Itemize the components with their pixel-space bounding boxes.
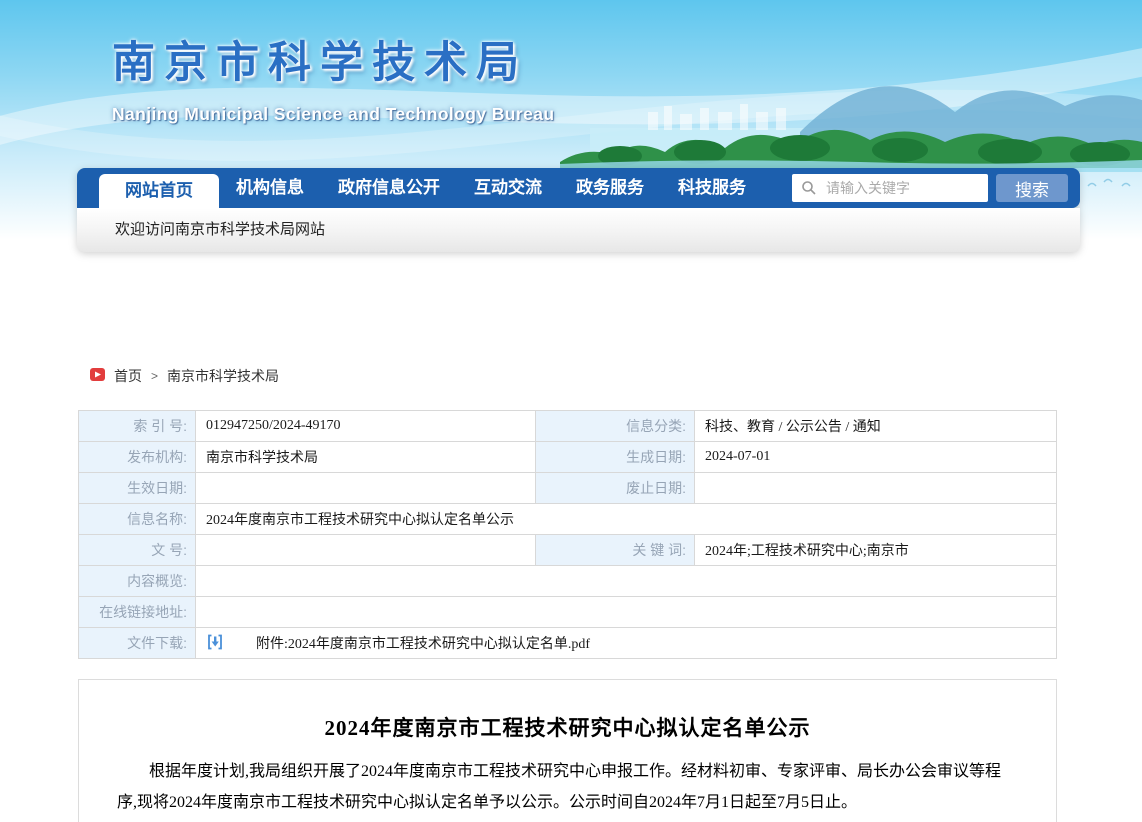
online-link-label: 在线链接地址:	[79, 597, 196, 628]
welcome-bar: 欢迎访问南京市科学技术局网站	[77, 208, 1080, 252]
site-logo: 南京市科学技术局 Nanjing Municipal Science and T…	[112, 28, 554, 125]
attachment-link[interactable]: 附件:2024年度南京市工程技术研究中心拟认定名单.pdf	[234, 633, 590, 653]
effective-date-label: 生效日期:	[79, 473, 196, 504]
created-date-label: 生成日期:	[536, 442, 695, 473]
keywords-label: 关 键 词:	[536, 535, 695, 566]
info-name-value: 2024年度南京市工程技术研究中心拟认定名单公示	[196, 504, 1057, 535]
table-row: 索 引 号: 012947250/2024-49170 信息分类: 科技、教育 …	[79, 411, 1057, 442]
article-paragraph: 根据年度计划,我局组织开展了2024年度南京市工程技术研究中心申报工作。经材料初…	[117, 756, 1018, 818]
article-title: 2024年度南京市工程技术研究中心拟认定名单公示	[117, 712, 1018, 742]
download-icon[interactable]	[206, 633, 224, 654]
breadcrumb-icon	[90, 368, 105, 384]
nav-item-gov-services[interactable]: 政务服务	[559, 168, 661, 208]
breadcrumb-home[interactable]: 首页	[114, 366, 142, 386]
table-row: 发布机构: 南京市科学技术局 生成日期: 2024-07-01	[79, 442, 1057, 473]
welcome-text: 欢迎访问南京市科学技术局网站	[115, 221, 325, 238]
doc-number-value	[196, 535, 536, 566]
document-info-table: 索 引 号: 012947250/2024-49170 信息分类: 科技、教育 …	[78, 410, 1057, 659]
breadcrumb-current[interactable]: 南京市科学技术局	[167, 366, 279, 386]
search-area: 搜索	[792, 174, 1080, 202]
created-date-value: 2024-07-01	[695, 442, 1057, 473]
nav-item-interaction[interactable]: 互动交流	[457, 168, 559, 208]
table-row: 文件下载: 附件:2024年度南京市工程技术研究中心拟认定名单.pdf	[79, 628, 1057, 659]
site-subtitle: Nanjing Municipal Science and Technology…	[112, 104, 554, 125]
online-link-value	[196, 597, 1057, 628]
info-name-label: 信息名称:	[79, 504, 196, 535]
summary-value	[196, 566, 1057, 597]
summary-label: 内容概览:	[79, 566, 196, 597]
breadcrumb: 首页 > 南京市科学技术局	[90, 366, 1142, 386]
search-icon	[801, 180, 817, 201]
search-input[interactable]	[792, 174, 988, 202]
keywords-value: 2024年;工程技术研究中心;南京市	[695, 535, 1057, 566]
category-value: 科技、教育 / 公示公告 / 通知	[695, 411, 1057, 442]
table-row: 内容概览:	[79, 566, 1057, 597]
nav-item-org-info[interactable]: 机构信息	[219, 168, 321, 208]
table-row: 在线链接地址:	[79, 597, 1057, 628]
header-block: 网站首页 机构信息 政府信息公开 互动交流 政务服务 科技服务 搜索 欢迎访问南…	[77, 168, 1080, 252]
site-title: 南京市科学技术局	[112, 28, 554, 90]
expiry-date-label: 废止日期:	[536, 473, 695, 504]
table-row: 文 号: 关 键 词: 2024年;工程技术研究中心;南京市	[79, 535, 1057, 566]
nav-item-gov-disclosure[interactable]: 政府信息公开	[321, 168, 457, 208]
nav-item-tech-services[interactable]: 科技服务	[661, 168, 763, 208]
effective-date-value	[196, 473, 536, 504]
file-download-label: 文件下载:	[79, 628, 196, 659]
expiry-date-value	[695, 473, 1057, 504]
category-label: 信息分类:	[536, 411, 695, 442]
article-panel: 2024年度南京市工程技术研究中心拟认定名单公示 根据年度计划,我局组织开展了2…	[78, 679, 1057, 822]
nav-item-home[interactable]: 网站首页	[99, 174, 219, 208]
doc-number-label: 文 号:	[79, 535, 196, 566]
publisher-value: 南京市科学技术局	[196, 442, 536, 473]
publisher-label: 发布机构:	[79, 442, 196, 473]
table-row: 生效日期: 废止日期:	[79, 473, 1057, 504]
table-row: 信息名称: 2024年度南京市工程技术研究中心拟认定名单公示	[79, 504, 1057, 535]
breadcrumb-separator: >	[151, 369, 158, 383]
index-number-label: 索 引 号:	[79, 411, 196, 442]
index-number-value: 012947250/2024-49170	[196, 411, 536, 442]
main-nav: 网站首页 机构信息 政府信息公开 互动交流 政务服务 科技服务 搜索	[77, 168, 1080, 208]
search-button[interactable]: 搜索	[996, 174, 1068, 202]
